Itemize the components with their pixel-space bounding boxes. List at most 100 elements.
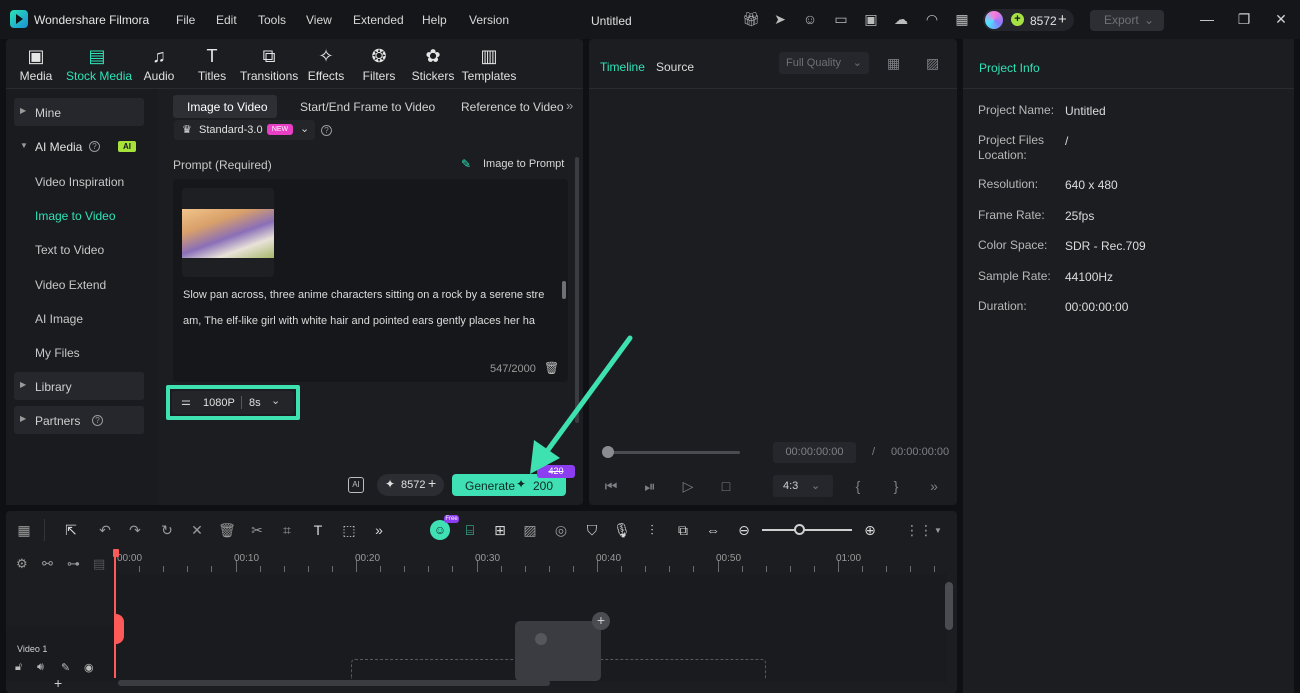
ai-cut-icon[interactable]: ⌸ bbox=[461, 521, 479, 539]
grid-view-icon[interactable]: ▦ bbox=[887, 55, 900, 72]
playhead-marker[interactable] bbox=[114, 614, 124, 644]
headset-icon[interactable]: ◠ bbox=[924, 11, 940, 27]
history-icon[interactable]: ↻ bbox=[158, 521, 176, 539]
avatar[interactable] bbox=[985, 11, 1003, 29]
track-manage-icon[interactable]: ▤ bbox=[93, 556, 105, 572]
add-clip-icon[interactable]: ⊞ bbox=[491, 521, 509, 539]
link-icon[interactable]: ⊶ bbox=[67, 556, 80, 572]
prev-frame-icon[interactable]: ⏮ bbox=[603, 478, 619, 494]
stop-icon[interactable]: □ bbox=[718, 478, 734, 494]
uploaded-image-thumbnail[interactable] bbox=[182, 209, 274, 258]
sidebar-item-video-extend[interactable]: Video Extend bbox=[35, 278, 106, 292]
feedback-icon[interactable]: ☺ bbox=[802, 11, 818, 27]
monitor-icon[interactable]: ▭ bbox=[833, 11, 849, 27]
quality-select[interactable]: Full Quality ⌄ bbox=[779, 52, 869, 74]
tool-templates[interactable]: ▥ Templates bbox=[460, 45, 518, 87]
media-placeholder[interactable] bbox=[515, 621, 601, 681]
help-icon[interactable]: ? bbox=[321, 125, 332, 136]
menu-tools[interactable]: Tools bbox=[258, 13, 286, 27]
tab-start-end-frame[interactable]: Start/End Frame to Video bbox=[300, 100, 435, 114]
save-icon[interactable]: ▣ bbox=[863, 11, 879, 27]
play-icon[interactable]: ▷ bbox=[680, 478, 696, 494]
more-tools-icon[interactable]: » bbox=[370, 521, 388, 539]
caret-down-icon[interactable]: ▼ bbox=[934, 526, 942, 535]
sidebar-item-image-to-video[interactable]: Image to Video bbox=[35, 209, 116, 223]
settings-icon[interactable]: ⚙ bbox=[16, 556, 28, 572]
tool-media[interactable]: ▣ Media bbox=[7, 45, 65, 87]
mark-out-icon[interactable]: } bbox=[888, 478, 904, 494]
eye-icon[interactable]: ◉ bbox=[84, 661, 94, 674]
tab-reference-to-video[interactable]: Reference to Video bbox=[461, 100, 564, 114]
ai-translate-icon[interactable]: ✕ bbox=[188, 521, 206, 539]
model-select[interactable]: ♛ Standard-3.0 NEW ⌄ bbox=[174, 120, 315, 140]
restore-icon[interactable]: ❐ bbox=[1235, 10, 1253, 28]
more-controls-icon[interactable]: » bbox=[926, 478, 942, 494]
preview-scrubber[interactable] bbox=[607, 451, 740, 454]
tool-audio[interactable]: ♫ Audio bbox=[130, 45, 188, 87]
playhead-handle[interactable] bbox=[113, 549, 119, 557]
speed-icon[interactable]: ◎ bbox=[552, 521, 570, 539]
microphone-icon[interactable]: 🎙︎ bbox=[613, 521, 631, 539]
zoom-out-icon[interactable]: ⊖ bbox=[735, 521, 753, 539]
ai-mate-icon[interactable]: ☺ bbox=[430, 520, 450, 540]
sidebar-item-partners[interactable]: ▶ Partners ? bbox=[14, 406, 144, 434]
image-to-prompt-link[interactable]: Image to Prompt bbox=[483, 158, 564, 170]
export-button[interactable]: Export ⌄ bbox=[1090, 10, 1164, 31]
select-tool-icon[interactable]: ⇱ bbox=[62, 521, 80, 539]
preview-scrubber-handle[interactable] bbox=[602, 446, 614, 458]
tool-filters[interactable]: ❂ Filters bbox=[350, 45, 408, 87]
tool-stickers[interactable]: ✿ Stickers bbox=[404, 45, 462, 87]
tool-titles[interactable]: T Titles bbox=[183, 45, 241, 87]
send-icon[interactable]: ➤ bbox=[772, 11, 788, 27]
fit-icon[interactable]: ⇔ bbox=[704, 521, 722, 539]
cloud-upload-icon[interactable]: ☁ bbox=[893, 11, 909, 27]
step-back-icon[interactable]: ⏯ bbox=[642, 478, 658, 494]
tab-timeline[interactable]: Timeline bbox=[600, 60, 645, 74]
layout-grid-icon[interactable]: ▦ bbox=[15, 521, 33, 539]
menu-file[interactable]: File bbox=[176, 13, 195, 27]
add-media-icon[interactable]: + bbox=[592, 612, 610, 630]
redo-icon[interactable]: ↷ bbox=[126, 521, 144, 539]
zoom-in-icon[interactable]: ⊕ bbox=[861, 521, 879, 539]
prompt-scrollbar[interactable] bbox=[562, 281, 566, 299]
add-credits-icon[interactable]: + bbox=[1058, 11, 1067, 28]
sidebar-item-library[interactable]: ▶ Library bbox=[14, 372, 144, 400]
crop-icon[interactable]: ⌗ bbox=[278, 521, 296, 539]
ai-image-settings-icon[interactable]: AI bbox=[348, 477, 364, 493]
close-icon[interactable]: ✕ bbox=[1272, 10, 1290, 28]
tab-source[interactable]: Source bbox=[656, 60, 694, 74]
aspect-ratio-select[interactable]: 4:3 ⌄ bbox=[773, 475, 833, 497]
image-edit-icon[interactable]: ▨ bbox=[521, 521, 539, 539]
magic-icon[interactable]: ✎ bbox=[61, 661, 70, 674]
chevrons-right-icon[interactable]: » bbox=[566, 98, 573, 113]
snapshot-icon[interactable]: ▨ bbox=[926, 55, 939, 72]
sidebar-item-my-files[interactable]: My Files bbox=[35, 346, 80, 360]
menu-view[interactable]: View bbox=[306, 13, 332, 27]
tool-transitions[interactable]: ⧉ Transitions bbox=[240, 45, 298, 87]
lock-icon[interactable]: 🔓︎ bbox=[15, 661, 22, 674]
transform-icon[interactable]: ⬚ bbox=[340, 521, 358, 539]
replace-icon[interactable]: ⧉ bbox=[674, 521, 692, 539]
add-track-icon[interactable]: + bbox=[54, 675, 62, 691]
volume-icon[interactable]: 🔊︎ bbox=[37, 661, 44, 674]
undo-icon[interactable]: ↶ bbox=[96, 521, 114, 539]
credit-balance-chip[interactable]: ✦ 8572 + bbox=[377, 474, 444, 496]
tab-image-to-video[interactable]: Image to Video bbox=[187, 100, 268, 114]
tool-effects[interactable]: ✧ Effects bbox=[297, 45, 355, 87]
delete-icon[interactable]: 🗑︎ bbox=[218, 521, 236, 539]
unlink-icon[interactable]: ⚯ bbox=[42, 556, 53, 572]
shield-icon[interactable]: ⛉ bbox=[583, 521, 601, 539]
sidebar-item-mine[interactable]: ▶ Mine bbox=[14, 98, 144, 126]
zoom-slider-handle[interactable] bbox=[794, 524, 805, 535]
timeline-h-scrollbar[interactable] bbox=[118, 680, 550, 686]
sidebar-item-video-inspiration[interactable]: Video Inspiration bbox=[35, 175, 124, 189]
help-icon[interactable]: ? bbox=[92, 415, 103, 426]
grid-apps-icon[interactable]: ▦ bbox=[954, 11, 970, 27]
menu-extended[interactable]: Extended bbox=[353, 13, 404, 27]
sidebar-item-ai-image[interactable]: AI Image bbox=[35, 312, 83, 326]
menu-edit[interactable]: Edit bbox=[216, 13, 237, 27]
resolution-duration-select[interactable]: ⚌ 1080P 8s ⌄ bbox=[172, 391, 294, 414]
zoom-slider[interactable] bbox=[762, 529, 852, 531]
tool-stock-media[interactable]: ▤ Stock Media bbox=[66, 45, 132, 87]
text-tool-icon[interactable]: T bbox=[309, 521, 327, 539]
